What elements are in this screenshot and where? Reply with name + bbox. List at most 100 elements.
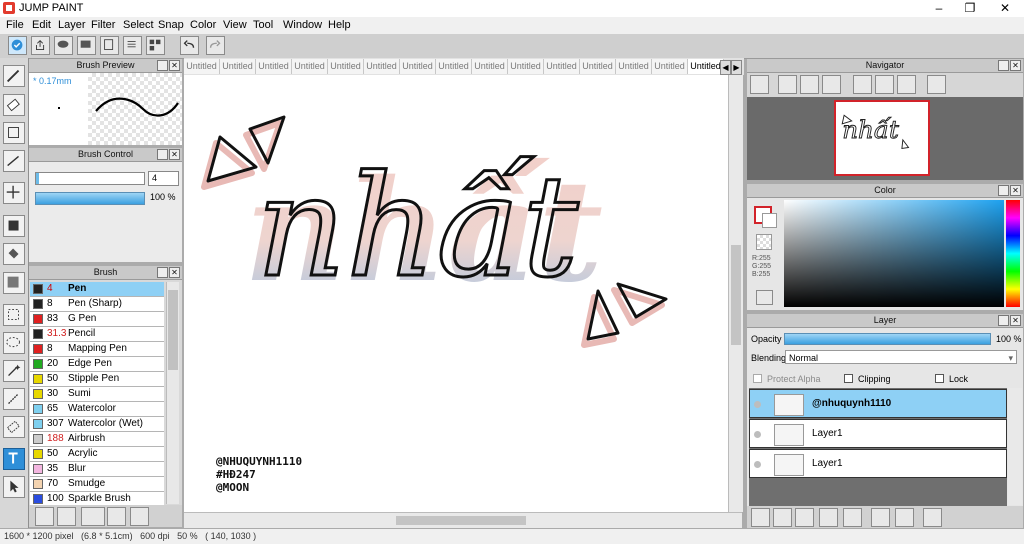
panel-close-icon[interactable]: ✕ [169, 149, 180, 160]
hue-slider[interactable] [1006, 200, 1020, 307]
brush-list-scrollbar[interactable] [166, 282, 179, 504]
menu-color[interactable]: Color [190, 19, 216, 31]
lasso-tool-icon[interactable] [3, 332, 25, 354]
document-tab[interactable]: Untitled [220, 59, 256, 74]
brush-item[interactable]: 4 Pen [30, 282, 164, 297]
layer-row[interactable]: Layer1 [749, 449, 1007, 478]
line-tool-icon[interactable] [3, 150, 25, 172]
check-icon[interactable] [8, 36, 27, 55]
close-button[interactable]: ✕ [988, 0, 1022, 17]
visibility-icon[interactable] [754, 401, 761, 408]
menu-layer[interactable]: Layer [58, 19, 86, 31]
layer-folder-icon[interactable] [843, 508, 862, 527]
document-tab[interactable]: Untitled [544, 59, 580, 74]
protect-alpha-checkbox[interactable] [753, 374, 762, 383]
canvas[interactable]: nhất nhất @NHUQUYNH1110 #HĐ247 @MOON [184, 75, 728, 512]
canvas-vertical-scrollbar[interactable] [728, 75, 743, 512]
panel-close-icon[interactable]: ✕ [1010, 315, 1021, 326]
background-color-swatch[interactable] [762, 213, 777, 228]
delete-layer-icon[interactable] [923, 508, 942, 527]
brush-folder-icon[interactable] [130, 507, 149, 526]
message-icon[interactable] [77, 36, 96, 55]
brush-item[interactable]: 50 Acrylic [30, 447, 164, 462]
menu-window[interactable]: Window [283, 19, 322, 31]
comment-icon[interactable] [54, 36, 73, 55]
document-icon[interactable] [100, 36, 119, 55]
menu-help[interactable]: Help [328, 19, 351, 31]
document-tab[interactable]: Untitled [436, 59, 472, 74]
layer-list-scrollbar[interactable] [1008, 388, 1022, 505]
eraser-tool-icon[interactable] [3, 94, 25, 116]
move-tool-icon[interactable] [3, 182, 25, 204]
menu-edit[interactable]: Edit [32, 19, 51, 31]
menu-tool[interactable]: Tool [253, 19, 273, 31]
visibility-icon[interactable] [754, 461, 761, 468]
brush-item[interactable]: 188 Airbrush [30, 432, 164, 447]
brush-item[interactable]: 8 Pen (Sharp) [30, 297, 164, 312]
layer-row[interactable]: Layer1 [749, 419, 1007, 448]
brush-item[interactable]: 307 Watercolor (Wet) [30, 417, 164, 432]
document-tab[interactable]: Untitled [616, 59, 652, 74]
document-tab[interactable]: Untitled [652, 59, 688, 74]
transparent-color-swatch[interactable] [756, 234, 772, 250]
flip-icon[interactable] [927, 75, 946, 94]
tab-scroll-right-icon[interactable]: ▶ [731, 60, 742, 75]
new-brush-icon[interactable] [57, 507, 76, 526]
document-tab[interactable]: Untitled [292, 59, 328, 74]
operation-tool-icon[interactable] [3, 476, 25, 498]
lock-checkbox[interactable] [935, 374, 944, 383]
tab-scroll-left-icon[interactable]: ◀ [720, 60, 731, 75]
duplicate-layer-icon[interactable] [871, 508, 890, 527]
undo-icon[interactable] [180, 36, 199, 55]
document-tab[interactable]: Untitled [508, 59, 544, 74]
list-icon[interactable] [123, 36, 142, 55]
brush-item[interactable]: 30 Sumi [30, 387, 164, 402]
panel-close-icon[interactable]: ✕ [1010, 60, 1021, 71]
layer-opacity-slider[interactable] [784, 333, 991, 345]
undock-icon[interactable] [157, 60, 168, 71]
new-color-layer-icon[interactable] [773, 508, 792, 527]
bucket-tool-icon[interactable] [3, 243, 25, 265]
gradient-tool-icon[interactable] [3, 272, 25, 294]
rotate-left-icon[interactable] [853, 75, 872, 94]
document-tab[interactable]: Untitled [472, 59, 508, 74]
document-tab[interactable]: Untitled [364, 59, 400, 74]
rotate-reset-icon[interactable] [875, 75, 894, 94]
tone-layer-icon[interactable] [819, 508, 838, 527]
document-tab[interactable]: Untitled [256, 59, 292, 74]
layer-row[interactable]: @nhuquynh1110 [749, 389, 1007, 418]
zoom-icon[interactable] [778, 75, 797, 94]
brush-item[interactable]: 50 Stipple Pen [30, 372, 164, 387]
menu-view[interactable]: View [223, 19, 247, 31]
brush-settings-icon[interactable] [35, 507, 54, 526]
document-tab[interactable]: Untitled [328, 59, 364, 74]
palette-icon[interactable] [756, 290, 773, 305]
menu-file[interactable]: File [6, 19, 24, 31]
brush-item[interactable]: 31.3 Pencil [30, 327, 164, 342]
zoom-in-icon[interactable] [750, 75, 769, 94]
brush-edit-icon[interactable] [107, 507, 126, 526]
brush-menu-icon[interactable] [81, 507, 105, 526]
color-picker-area[interactable] [784, 200, 1004, 307]
brush-item[interactable]: 35 Blur [30, 462, 164, 477]
magic-wand-tool-icon[interactable] [3, 360, 25, 382]
document-tab[interactable]: Untitled [400, 59, 436, 74]
redo-icon[interactable] [206, 36, 225, 55]
zoom-out-icon[interactable] [822, 75, 841, 94]
brush-item[interactable]: 65 Watercolor [30, 402, 164, 417]
brush-item[interactable]: 70 Smudge [30, 477, 164, 492]
visibility-icon[interactable] [754, 431, 761, 438]
grid-icon[interactable] [146, 36, 165, 55]
panel-close-icon[interactable]: ✕ [1010, 185, 1021, 196]
panel-close-icon[interactable]: ✕ [169, 60, 180, 71]
select-rect-tool-icon[interactable] [3, 304, 25, 326]
rotate-right-icon[interactable] [897, 75, 916, 94]
brush-size-input[interactable]: 4 [148, 171, 179, 186]
document-tab[interactable]: Untitled [688, 59, 724, 74]
new-layer-icon[interactable] [751, 508, 770, 527]
fit-icon[interactable] [800, 75, 819, 94]
undock-icon[interactable] [998, 60, 1009, 71]
select-eraser-tool-icon[interactable] [3, 416, 25, 438]
new-halftone-layer-icon[interactable] [795, 508, 814, 527]
menu-snap[interactable]: Snap [158, 19, 184, 31]
